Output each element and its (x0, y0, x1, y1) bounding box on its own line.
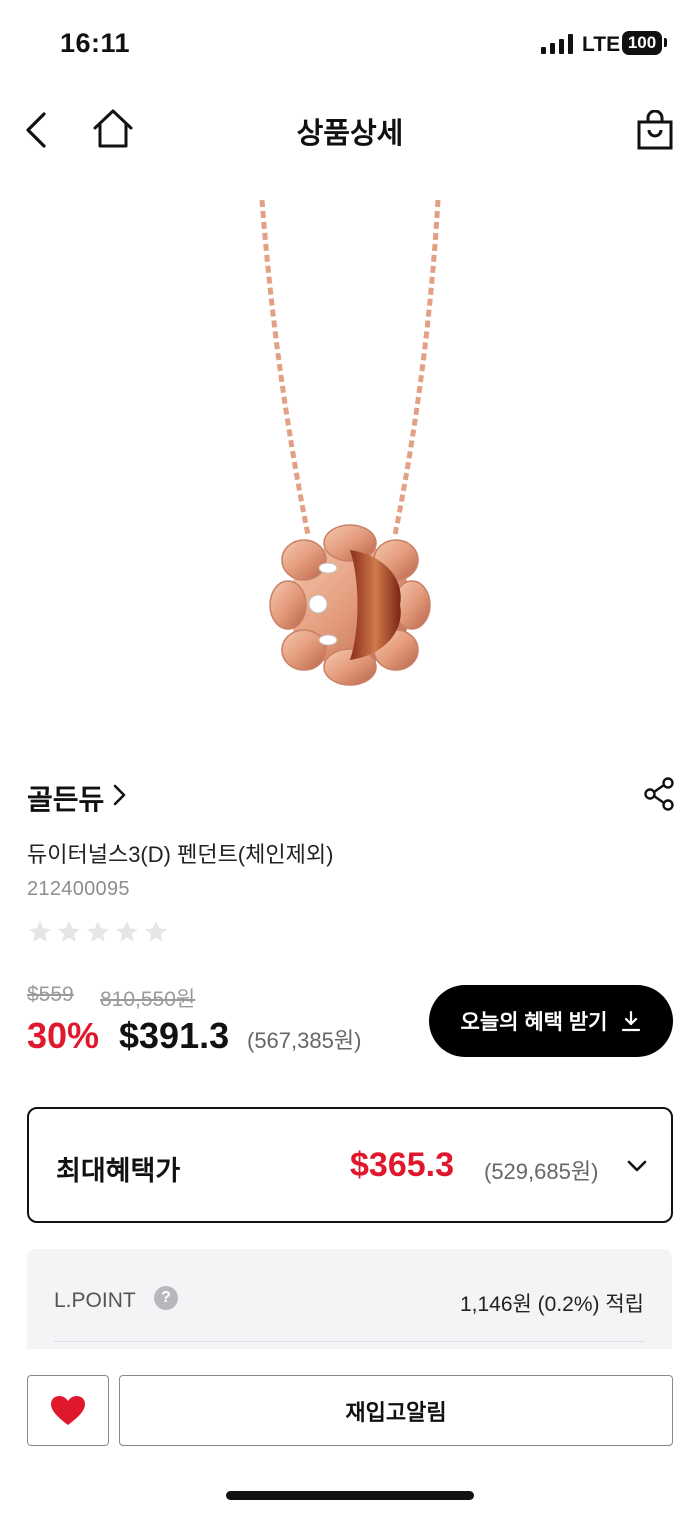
help-icon[interactable]: ? (154, 1286, 178, 1310)
pendant (269, 524, 431, 686)
product-image (259, 200, 441, 686)
get-benefit-button[interactable]: 오늘의 혜택 받기 (429, 985, 673, 1057)
home-indicator (226, 1491, 474, 1500)
page-title: 상품상세 (296, 118, 404, 150)
signal-icon (541, 34, 573, 54)
max-benefit-box[interactable]: 최대혜택가 $365.3 (529,685원) (27, 1107, 673, 1223)
star-icon (116, 921, 138, 942)
restock-alert-button[interactable]: 재입고알림 (119, 1375, 673, 1446)
product-name: 듀이터널스3(D) 펜던트(체인제외) (27, 842, 334, 867)
points-section: L.POINT ? 1,146원 (0.2%) 적립 (27, 1249, 672, 1349)
download-icon (622, 1010, 641, 1032)
status-time: 16:11 (60, 28, 131, 58)
max-benefit-price-krw: (529,685원) (484, 1159, 599, 1184)
chain-right (392, 200, 441, 536)
share-icon[interactable] (642, 776, 676, 812)
star-icon (58, 921, 80, 942)
shopping-bag-icon[interactable] (634, 110, 676, 152)
max-benefit-label: 최대혜택가 (56, 1156, 181, 1186)
network-type: LTE (582, 33, 621, 56)
chain-left (259, 200, 311, 536)
star-icon (145, 921, 167, 942)
battery-nub (664, 38, 667, 47)
max-benefit-price-usd: $365.3 (350, 1146, 454, 1184)
original-price-krw: 810,550원 (100, 988, 196, 1011)
sale-price-krw: (567,385원) (247, 1028, 362, 1053)
discount-rate: 30% (27, 1015, 100, 1056)
battery-icon: 100 (622, 31, 662, 55)
chevron-right-icon[interactable] (108, 781, 130, 809)
heart-icon (51, 1395, 85, 1425)
get-benefit-label: 오늘의 혜택 받기 (460, 1011, 608, 1034)
star-icon (87, 921, 109, 942)
product-code: 212400095 (27, 878, 130, 900)
wishlist-button[interactable] (27, 1375, 109, 1446)
star-icon (29, 921, 51, 942)
divider (54, 1341, 645, 1342)
rating-stars (27, 919, 169, 947)
lpoint-label: L.POINT (54, 1289, 136, 1312)
original-price-usd: $559 (27, 983, 74, 1006)
brand-name[interactable]: 골든듀 (27, 778, 104, 818)
chevron-down-icon[interactable] (626, 1157, 648, 1175)
sale-price-usd: $391.3 (119, 1015, 230, 1056)
lpoint-value: 1,146원 (0.2%) 적립 (459, 1293, 644, 1316)
